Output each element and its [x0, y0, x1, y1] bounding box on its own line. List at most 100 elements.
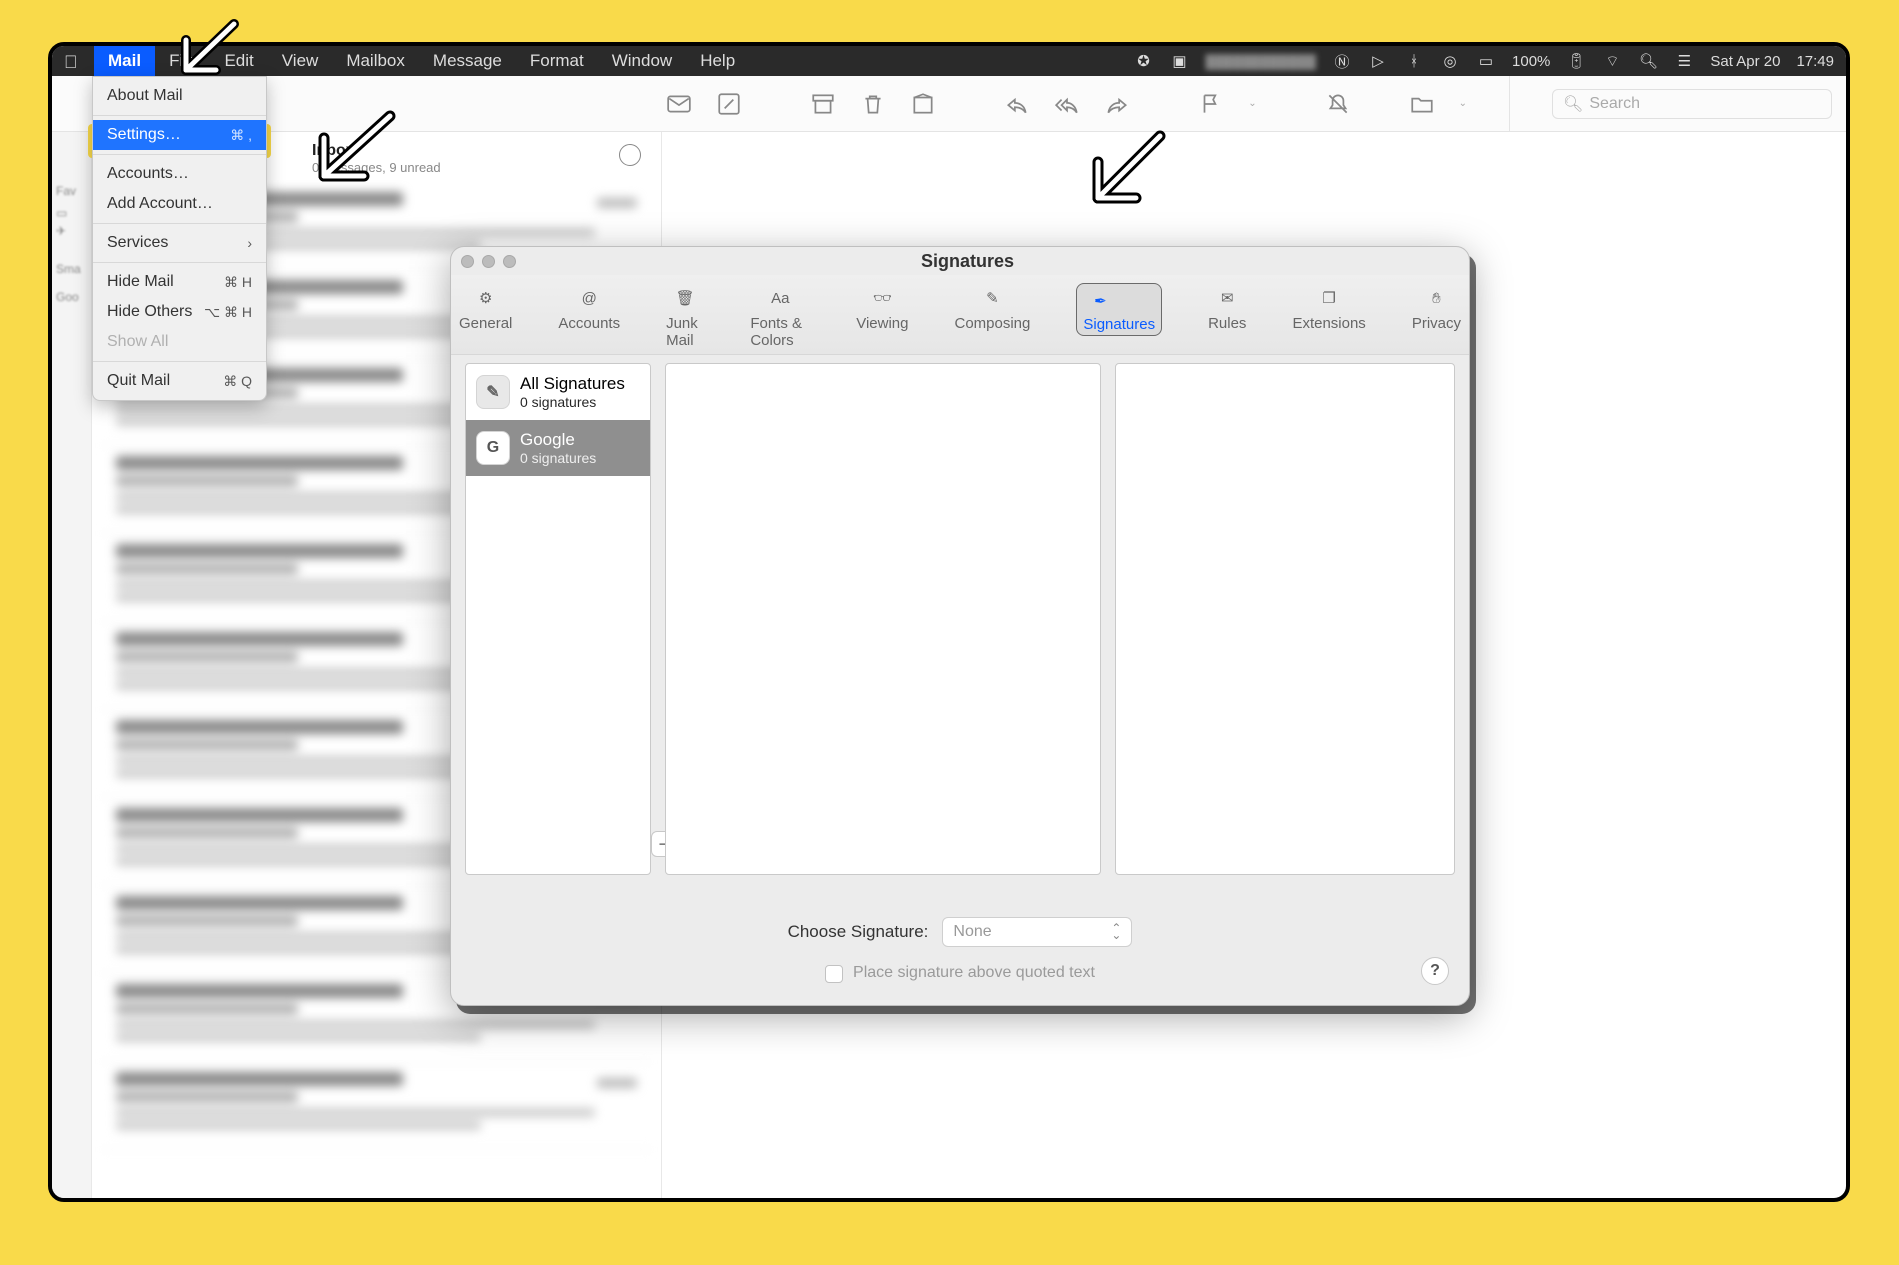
- choose-signature-value: None: [953, 923, 991, 941]
- menu-separator: [93, 262, 266, 263]
- filter-icon[interactable]: [619, 144, 641, 166]
- rules-icon: ✉︎: [1210, 283, 1244, 313]
- menu-about-mail[interactable]: About Mail: [93, 81, 266, 111]
- menu-separator: [93, 154, 266, 155]
- apple-logo-icon[interactable]: : [64, 52, 82, 70]
- menu-add-account[interactable]: Add Account…: [93, 189, 266, 219]
- menu-show-all: Show All: [93, 327, 266, 357]
- tab-junk[interactable]: 🗑︎Junk Mail: [658, 279, 712, 353]
- menu-quit-mail[interactable]: Quit Mail⌘ Q: [93, 366, 266, 396]
- sidebar-smart[interactable]: Sma: [52, 260, 91, 278]
- search-placeholder: Search: [1589, 95, 1640, 113]
- menu-services[interactable]: Services›: [93, 228, 266, 258]
- sidebar-sent-icon[interactable]: ✈: [52, 222, 91, 240]
- sidebar-google[interactable]: Goo: [52, 288, 91, 306]
- junk-icon[interactable]: [910, 91, 936, 117]
- reply-icon[interactable]: [1004, 91, 1030, 117]
- help-button[interactable]: ?: [1421, 957, 1449, 985]
- control-center-icon[interactable]: ☰: [1674, 51, 1694, 71]
- signature-accounts-list[interactable]: ✎ All Signatures0 signatures G Google0 s…: [465, 363, 651, 875]
- play-icon[interactable]: ▷: [1368, 51, 1388, 71]
- move-icon[interactable]: [1409, 91, 1435, 117]
- signatures-body: ✎ All Signatures0 signatures G Google0 s…: [465, 363, 1455, 875]
- flag-chevron-icon[interactable]: ⌄: [1248, 98, 1256, 109]
- window-titlebar[interactable]: Signatures: [451, 247, 1469, 275]
- menu-help[interactable]: Help: [686, 46, 749, 76]
- menu-separator: [93, 361, 266, 362]
- tab-extensions[interactable]: ❐Extensions: [1284, 279, 1373, 336]
- menu-window[interactable]: Window: [598, 46, 686, 76]
- mailbox-sidebar: Fav ▭ ✈ Sma Goo: [52, 132, 92, 1198]
- accessibility-icon[interactable]: ✪: [1133, 51, 1153, 71]
- inbox-subtitle: 0 messages, 9 unread: [312, 160, 441, 175]
- menu-separator: [93, 223, 266, 224]
- inbox-title: Inbox: [312, 142, 441, 160]
- menu-hide-mail[interactable]: Hide Mail⌘ H: [93, 267, 266, 297]
- trash-icon[interactable]: [860, 91, 886, 117]
- tab-privacy[interactable]: ✋︎Privacy: [1404, 279, 1469, 336]
- menu-edit[interactable]: Edit: [210, 46, 267, 76]
- place-above-label: Place signature above quoted text: [853, 964, 1095, 982]
- menubar-status-area: ✪ ▣ ████████████ Ⓝ ▷ ᚼ ◎ ▭ 100% 🔋︎ ⌔ 🔍︎ …: [1133, 51, 1834, 71]
- message-item[interactable]: [102, 1062, 651, 1150]
- menubar-date[interactable]: Sat Apr 20: [1710, 53, 1780, 70]
- menu-settings[interactable]: Settings…⌘ ,: [93, 120, 266, 150]
- sidebar-favorites[interactable]: Fav: [52, 182, 91, 200]
- battery-pct: 100%: [1512, 53, 1550, 70]
- place-above-checkbox[interactable]: [825, 965, 843, 983]
- reply-all-icon[interactable]: [1054, 91, 1080, 117]
- compose-icon[interactable]: [716, 91, 742, 117]
- toolbar-divider: [1509, 76, 1510, 132]
- tab-rules[interactable]: ✉︎Rules: [1200, 279, 1254, 336]
- blurred-status: ████████████: [1205, 54, 1316, 69]
- mute-icon[interactable]: [1325, 91, 1351, 117]
- menu-separator: [93, 115, 266, 116]
- signature-names-list[interactable]: [665, 363, 1101, 875]
- wifi-icon[interactable]: ⌔: [1602, 51, 1622, 71]
- airdrop-icon[interactable]: ◎: [1440, 51, 1460, 71]
- menu-hide-others[interactable]: Hide Others⌥ ⌘ H: [93, 297, 266, 327]
- tab-fonts[interactable]: AaFonts & Colors: [742, 279, 818, 353]
- choose-signature-label: Choose Signature:: [788, 922, 929, 942]
- flag-icon[interactable]: [1198, 91, 1224, 117]
- menu-format[interactable]: Format: [516, 46, 598, 76]
- all-signatures-icon: ✎: [476, 375, 510, 409]
- menubar-time[interactable]: 17:49: [1796, 53, 1834, 70]
- menu-accounts[interactable]: Accounts…: [93, 159, 266, 189]
- envelope-icon[interactable]: [666, 91, 692, 117]
- archive-icon[interactable]: [810, 91, 836, 117]
- tab-general[interactable]: ⚙︎General: [451, 279, 520, 336]
- tab-signatures[interactable]: ✒︎Signatures: [1068, 279, 1170, 340]
- menu-mail[interactable]: Mail: [94, 46, 155, 76]
- account-google[interactable]: G Google0 signatures: [466, 420, 650, 476]
- mail-app-menu: About Mail Settings…⌘ , Accounts… Add Ac…: [92, 76, 267, 401]
- menu-message[interactable]: Message: [419, 46, 516, 76]
- user-icon[interactable]: ▣: [1169, 51, 1189, 71]
- battery-icon[interactable]: 🔋︎: [1566, 51, 1586, 71]
- signature-editor[interactable]: [1115, 363, 1455, 875]
- bluetooth-icon[interactable]: ᚼ: [1404, 51, 1424, 71]
- notion-icon[interactable]: Ⓝ: [1332, 51, 1352, 71]
- forward-icon[interactable]: [1104, 91, 1130, 117]
- menu-view[interactable]: View: [268, 46, 333, 76]
- account-all-signatures[interactable]: ✎ All Signatures0 signatures: [466, 364, 650, 420]
- signature-icon: ✒︎: [1083, 286, 1117, 316]
- display-icon[interactable]: ▭: [1476, 51, 1496, 71]
- mac-screenshot:  Mail File Edit View Mailbox Message Fo…: [48, 42, 1850, 1202]
- choose-signature-select[interactable]: None ⌃⌄: [942, 917, 1132, 947]
- search-input[interactable]: 🔍︎ Search: [1552, 89, 1832, 119]
- move-chevron-icon[interactable]: ⌄: [1459, 98, 1467, 109]
- select-chevrons-icon: ⌃⌄: [1111, 925, 1121, 939]
- tab-viewing[interactable]: 👓︎Viewing: [848, 279, 916, 336]
- menu-file[interactable]: File: [155, 46, 210, 76]
- fonts-icon: Aa: [763, 283, 797, 313]
- menu-mailbox[interactable]: Mailbox: [332, 46, 419, 76]
- sidebar-inbox-icon[interactable]: ▭: [52, 204, 91, 222]
- at-icon: @: [572, 283, 606, 313]
- shortcut: ⌘ ,: [230, 120, 252, 150]
- tab-accounts[interactable]: @Accounts: [550, 279, 628, 336]
- close-dot[interactable]: [461, 255, 474, 268]
- search-spotlight-icon[interactable]: 🔍︎: [1638, 51, 1658, 71]
- account-sub: 0 signatures: [520, 394, 625, 410]
- tab-composing[interactable]: ✎Composing: [946, 279, 1038, 336]
